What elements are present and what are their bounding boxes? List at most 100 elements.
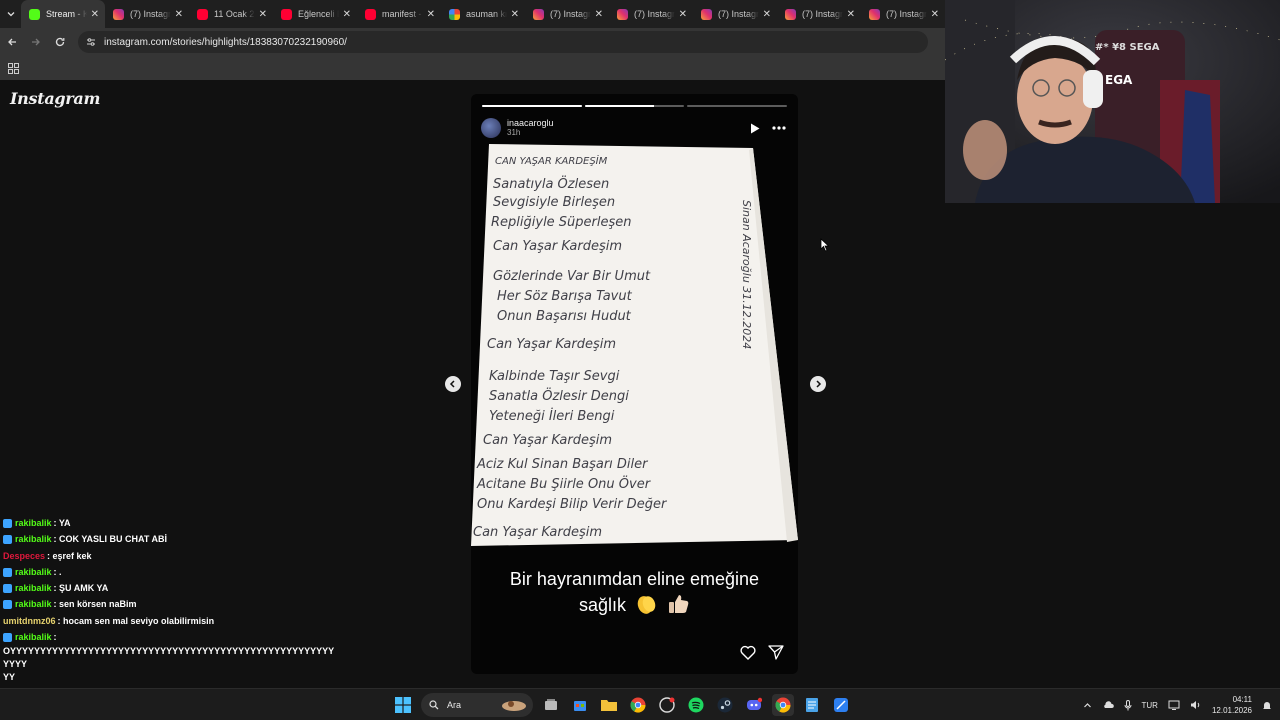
story-viewer[interactable]: inaacaroglu 31h CAN YAŞAR KARDEŞİM Sanatı…	[471, 94, 798, 674]
paper-line: Sanatıyla Özlesen	[493, 175, 609, 192]
task-view-icon	[545, 699, 557, 710]
tab-close-icon[interactable]: ✕	[679, 9, 687, 20]
browser-tab[interactable]: (7) Instagr ✕	[609, 0, 693, 28]
chrome-active-button[interactable]	[772, 694, 794, 716]
tab-close-icon[interactable]: ✕	[511, 9, 519, 20]
language-indicator[interactable]: TUR	[1142, 701, 1158, 710]
app-button-github[interactable]	[656, 694, 678, 716]
instagram-icon	[533, 8, 544, 20]
chat-username[interactable]: rakibalik	[15, 515, 52, 531]
browser-tab[interactable]: asuman kr ✕	[441, 0, 525, 28]
task-view-button[interactable]	[540, 694, 562, 716]
store-icon	[574, 701, 586, 711]
url-text: instagram.com/stories/highlights/1838307…	[104, 36, 347, 48]
clock-time: 04:11	[1232, 695, 1252, 704]
tab-close-icon[interactable]: ✕	[931, 9, 939, 20]
browser-tab[interactable]: (7) Instagr ✕	[777, 0, 861, 28]
chat-message: rakibalik: ŞU AMK YA	[0, 580, 340, 596]
tab-close-icon[interactable]: ✕	[595, 9, 603, 20]
chat-username[interactable]: rakibalik	[15, 564, 52, 580]
browser-tab[interactable]: (7) Instagr ✕	[525, 0, 609, 28]
apps-grid-icon[interactable]	[8, 62, 19, 74]
chat-long-text: OYYYYYYYYYYYYYYYYYYYYYYYYYYYYYYYYYYYYYYY…	[3, 646, 335, 670]
microphone-icon[interactable]	[1124, 699, 1132, 711]
chat-username[interactable]: umitdnmz06	[3, 613, 56, 629]
windows-logo-icon	[395, 697, 411, 713]
search-highlight-icon	[502, 701, 526, 711]
clock[interactable]: 04:11 12.01.2026	[1212, 694, 1252, 716]
back-button[interactable]	[0, 28, 24, 56]
notepad-button[interactable]	[801, 694, 823, 716]
chat-text: : sen körsen naBim	[53, 599, 137, 610]
tab-close-icon[interactable]: ✕	[175, 9, 183, 20]
store-button[interactable]	[569, 694, 591, 716]
signature-text: Sinan Acaroğlu 31.12.2024	[740, 200, 753, 349]
kick-badge-icon	[3, 567, 12, 577]
forward-button[interactable]	[24, 28, 48, 56]
chat-username[interactable]: rakibalik	[15, 580, 52, 596]
start-button[interactable]	[392, 694, 414, 716]
caption-line-2: sağlık	[578, 595, 626, 615]
google-icon	[449, 8, 460, 20]
taskbar-search[interactable]: Ara	[421, 693, 533, 717]
tab-title: 11 Ocak 2	[214, 9, 255, 19]
address-bar[interactable]: instagram.com/stories/highlights/1838307…	[78, 31, 928, 53]
chat-username[interactable]: Despeces	[3, 548, 45, 564]
site-info-icon[interactable]	[86, 37, 96, 47]
steam-button[interactable]	[714, 694, 736, 716]
tab-search-button[interactable]	[0, 0, 21, 28]
story-username[interactable]: inaacaroglu	[507, 118, 554, 128]
chat-username[interactable]: rakibalik	[15, 531, 52, 547]
avatar[interactable]	[481, 118, 501, 138]
like-icon[interactable]	[740, 645, 756, 660]
arrow-left-icon	[8, 38, 16, 46]
tab-close-icon[interactable]: ✕	[259, 9, 267, 20]
windows-taskbar: Ara TUR 04:11 12.01.2026	[0, 688, 1280, 720]
browser-tab[interactable]: Eğlenceli E ✕	[273, 0, 357, 28]
share-icon[interactable]	[768, 645, 784, 660]
chat-username[interactable]: rakibalik	[15, 596, 52, 612]
instagram-icon	[785, 8, 796, 20]
tab-title: (7) Instagr	[886, 9, 927, 19]
tab-close-icon[interactable]: ✕	[763, 9, 771, 20]
file-explorer-button[interactable]	[598, 694, 620, 716]
chrome-icon	[630, 697, 646, 713]
paper-line: Can Yaşar Kardeşim	[487, 337, 616, 352]
snipping-tool-button[interactable]	[830, 694, 852, 716]
browser-tab[interactable]: (7) Instagr ✕	[861, 0, 945, 28]
tab-strip: Stream - K ✕ (7) Instagr ✕ 11 Ocak 2 ✕ Eğlence…	[0, 0, 945, 28]
instagram-logo[interactable]: Instagram	[10, 89, 100, 108]
chrome-button[interactable]	[627, 694, 649, 716]
tab-close-icon[interactable]: ✕	[343, 9, 351, 20]
previous-story-button[interactable]	[445, 376, 461, 392]
speaker-icon[interactable]	[1190, 700, 1202, 710]
tab-close-icon[interactable]: ✕	[847, 9, 855, 20]
chat-username[interactable]: rakibalik	[15, 629, 52, 645]
browser-tab[interactable]: 11 Ocak 2 ✕	[189, 0, 273, 28]
kick-badge-icon	[3, 518, 12, 528]
reload-button[interactable]	[48, 28, 72, 56]
tab-close-icon[interactable]: ✕	[91, 9, 99, 20]
paper-line: CAN YAŞAR KARDEŞİM	[495, 154, 608, 167]
next-story-button[interactable]	[810, 376, 826, 392]
chevron-up-icon[interactable]	[1083, 701, 1092, 710]
network-icon[interactable]	[1168, 700, 1180, 710]
paper-line: Can Yaşar Kardeşim	[493, 239, 622, 254]
tab-title: Eğlenceli E	[298, 9, 339, 19]
browser-tab[interactable]: Stream - K ✕	[21, 0, 105, 28]
svg-text:#* ¥8 SEGA: #* ¥8 SEGA	[1095, 42, 1160, 53]
chat-text: : eşref kek	[47, 550, 92, 561]
spotify-button[interactable]	[685, 694, 707, 716]
browser-tab[interactable]: (7) Instagr ✕	[693, 0, 777, 28]
discord-button[interactable]	[743, 694, 765, 716]
cloud-icon[interactable]	[1102, 700, 1114, 710]
story-time: 31h	[507, 128, 521, 137]
browser-tab[interactable]: manifest - ✕	[357, 0, 441, 28]
play-icon[interactable]	[750, 123, 760, 134]
tab-close-icon[interactable]: ✕	[427, 9, 435, 20]
chat-message: Despeces: eşref kek	[0, 548, 340, 564]
notification-icon[interactable]	[1262, 700, 1272, 711]
chat-text: : YA	[53, 518, 71, 528]
browser-tab[interactable]: (7) Instagr ✕	[105, 0, 189, 28]
more-options-icon[interactable]	[772, 126, 786, 130]
